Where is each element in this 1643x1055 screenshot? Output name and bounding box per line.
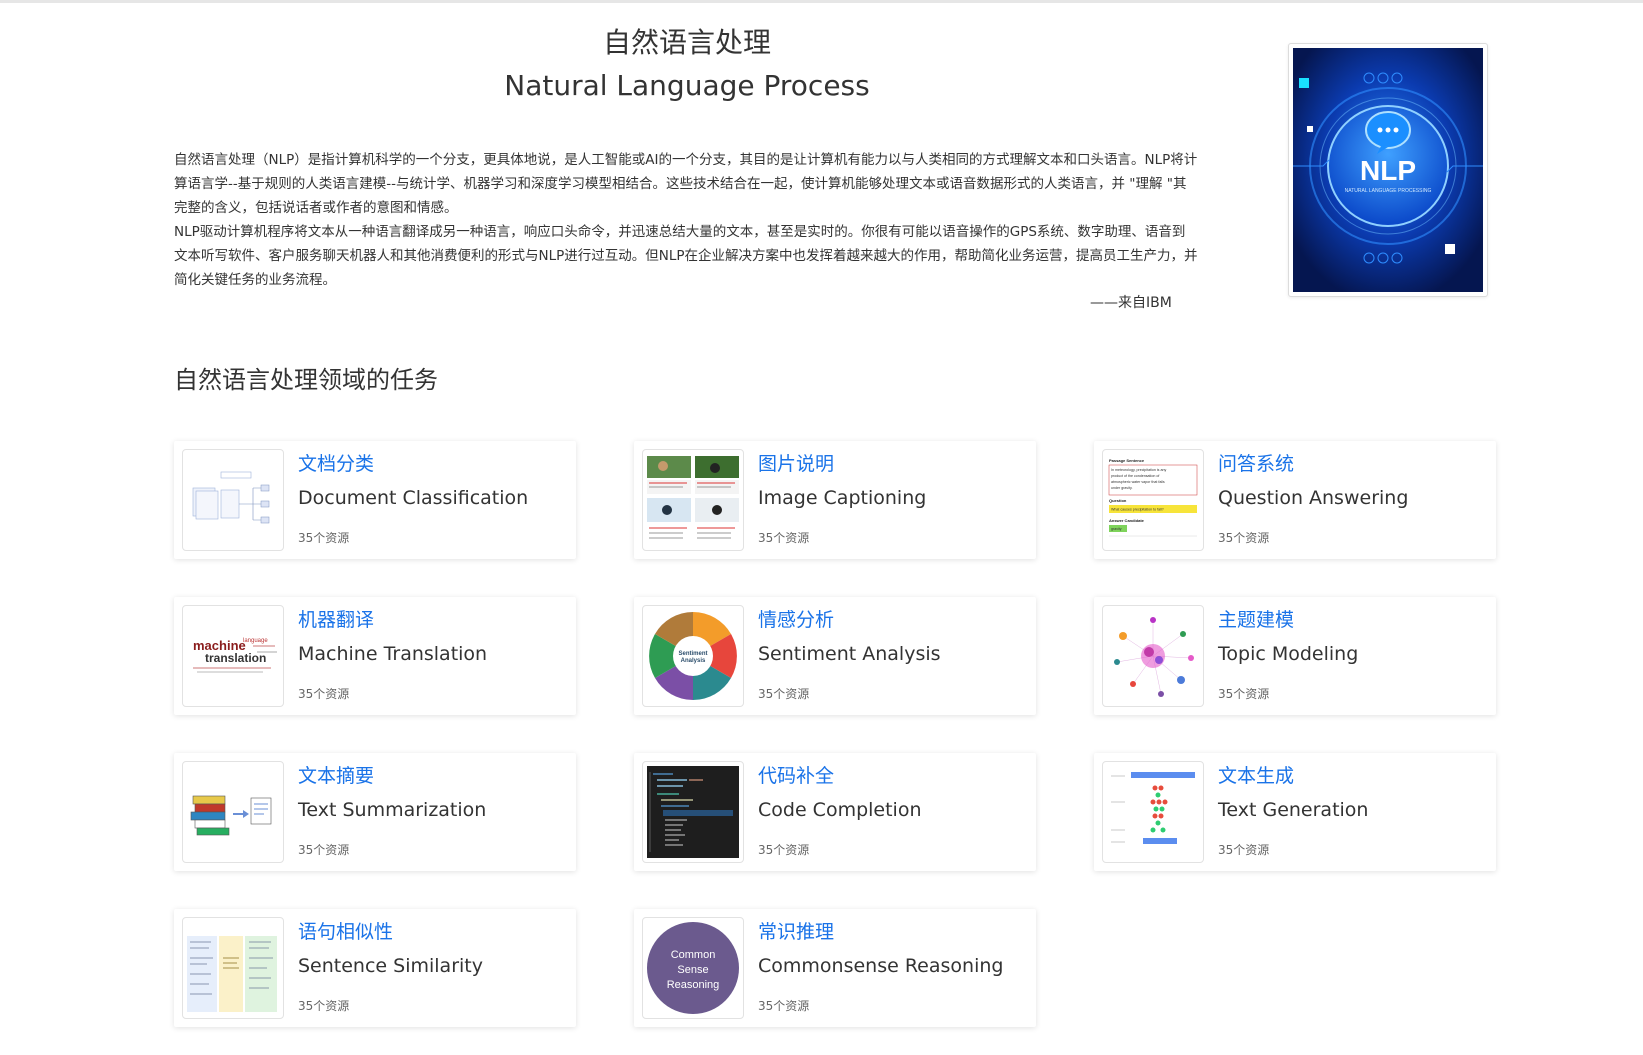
task-card-code-completion[interactable]: 代码补全 Code Completion 35个资源 (634, 753, 1036, 871)
task-resource-count: 35个资源 (758, 843, 810, 857)
question-answering-thumbnail: Passage Sentence In meteorology, precipi… (1102, 449, 1204, 551)
intro-paragraph-1: 自然语言处理（NLP）是指计算机科学的一个分支，更具体地说，是人工智能或AI的一… (174, 152, 1198, 216)
task-card-question-answering[interactable]: Passage Sentence In meteorology, precipi… (1094, 441, 1496, 559)
task-card-text-summarization[interactable]: 文本摘要 Text Summarization 35个资源 (174, 753, 576, 871)
intro-text: 自然语言处理（NLP）是指计算机科学的一个分支，更具体地说，是人工智能或AI的一… (174, 148, 1198, 292)
cover-subtitle-text: NATURAL LANGUAGE PROCESSING (1345, 188, 1432, 194)
intro-paragraph-2: NLP驱动计算机程序将文本从一种语言翻译成另一种语言，响应口头命令，并迅速总结大… (174, 224, 1198, 288)
nlp-cover-image: NLP NATURAL LANGUAGE PROCESSING (1288, 43, 1488, 297)
task-title-cn[interactable]: 机器翻译 (298, 605, 374, 632)
page-title-en: Natural Language Process (504, 69, 870, 102)
thumb-text-line: Common (671, 949, 716, 961)
task-title-en: Question Answering (1218, 487, 1409, 509)
task-title-en: Code Completion (758, 799, 922, 821)
task-title-en: Commonsense Reasoning (758, 955, 1004, 977)
qa-question-label: Question (1109, 498, 1127, 503)
text-generation-thumbnail (1102, 761, 1204, 863)
sentence-similarity-thumbnail (182, 917, 284, 1019)
task-resource-count: 35个资源 (758, 687, 810, 701)
task-resource-count: 35个资源 (1218, 843, 1270, 857)
task-title-cn[interactable]: 情感分析 (758, 605, 834, 632)
task-title-cn[interactable]: 文本生成 (1218, 761, 1294, 788)
task-card-sentence-similarity[interactable]: 语句相似性 Sentence Similarity 35个资源 (174, 909, 576, 1027)
task-title-en: Document Classification (298, 487, 529, 509)
text-summarization-thumbnail (182, 761, 284, 863)
qa-passage-line: under gravity. (1111, 486, 1133, 490)
task-title-en: Sentiment Analysis (758, 643, 941, 665)
task-title-en: Sentence Similarity (298, 955, 483, 977)
task-title-cn[interactable]: 代码补全 (758, 761, 834, 788)
task-title-cn[interactable]: 图片说明 (758, 449, 834, 476)
task-resource-count: 35个资源 (1218, 531, 1270, 545)
qa-passage-label: Passage Sentence (1109, 458, 1145, 463)
task-title-en: Text Summarization (298, 799, 487, 821)
task-title-cn[interactable]: 文本摘要 (298, 761, 374, 788)
task-title-en: Image Captioning (758, 487, 927, 509)
document-classification-thumbnail (182, 449, 284, 551)
task-resource-count: 35个资源 (758, 531, 810, 545)
task-resource-count: 35个资源 (298, 843, 350, 857)
section-title: 自然语言处理领域的任务 (174, 366, 438, 394)
top-divider (0, 0, 1643, 3)
sentiment-analysis-thumbnail: Sentiment Analysis (642, 605, 744, 707)
task-card-sentiment-analysis[interactable]: Sentiment Analysis 情感分析 Sentiment Analys… (634, 597, 1036, 715)
qa-answer-text: gravity (1111, 527, 1122, 531)
task-card-topic-modeling[interactable]: 主题建模 Topic Modeling 35个资源 (1094, 597, 1496, 715)
task-card-machine-translation[interactable]: machine translation language 机器翻译 Machin… (174, 597, 576, 715)
qa-passage-line: In meteorology, precipitation is any (1111, 468, 1166, 472)
task-title-en: Text Generation (1218, 799, 1369, 821)
task-resource-count: 35个资源 (298, 999, 350, 1013)
hero-header: 自然语言处理 Natural Language Process (174, 22, 1200, 106)
task-title-en: Machine Translation (298, 643, 488, 665)
task-title-cn[interactable]: 文档分类 (298, 449, 374, 476)
task-resource-count: 35个资源 (298, 531, 350, 545)
task-resource-count: 35个资源 (1218, 687, 1270, 701)
code-completion-thumbnail (642, 761, 744, 863)
qa-passage-line: atmospheric water vapor that falls (1111, 480, 1165, 484)
thumb-text-line: Reasoning (667, 979, 720, 991)
qa-question-text: What causes precipitation to fall? (1111, 508, 1164, 512)
task-title-cn[interactable]: 问答系统 (1218, 449, 1294, 476)
cover-title-text: NLP (1360, 155, 1416, 186)
sentiment-center-label: Analysis (681, 658, 706, 664)
task-card-text-generation[interactable]: 文本生成 Text Generation 35个资源 (1094, 753, 1496, 871)
word-cloud-word: translation (205, 651, 266, 665)
task-title-cn[interactable]: 常识推理 (758, 917, 834, 944)
task-card-image-captioning[interactable]: 图片说明 Image Captioning 35个资源 (634, 441, 1036, 559)
commonsense-reasoning-thumbnail: Common Sense Reasoning (642, 917, 744, 1019)
task-title-cn[interactable]: 主题建模 (1218, 605, 1294, 632)
page-title-cn: 自然语言处理 (602, 26, 771, 59)
task-resource-count: 35个资源 (298, 687, 350, 701)
task-card-commonsense-reasoning[interactable]: Common Sense Reasoning 常识推理 Commonsense … (634, 909, 1036, 1027)
topic-modeling-thumbnail (1102, 605, 1204, 707)
thumb-text-line: Sense (677, 964, 708, 976)
task-card-document-classification[interactable]: 文档分类 Document Classification 35个资源 (174, 441, 576, 559)
intro-source: ——来自IBM (1090, 295, 1172, 311)
task-title-en: Topic Modeling (1218, 643, 1359, 665)
sentiment-center-label: Sentiment (678, 651, 707, 657)
task-title-cn[interactable]: 语句相似性 (298, 917, 393, 944)
task-resource-count: 35个资源 (758, 999, 810, 1013)
image-captioning-thumbnail (642, 449, 744, 551)
qa-passage-line: product of the condensation of (1111, 474, 1159, 478)
machine-translation-thumbnail: machine translation language (182, 605, 284, 707)
word-cloud-word: language (243, 638, 268, 644)
qa-answer-label: Answer Candidate (1109, 518, 1145, 523)
